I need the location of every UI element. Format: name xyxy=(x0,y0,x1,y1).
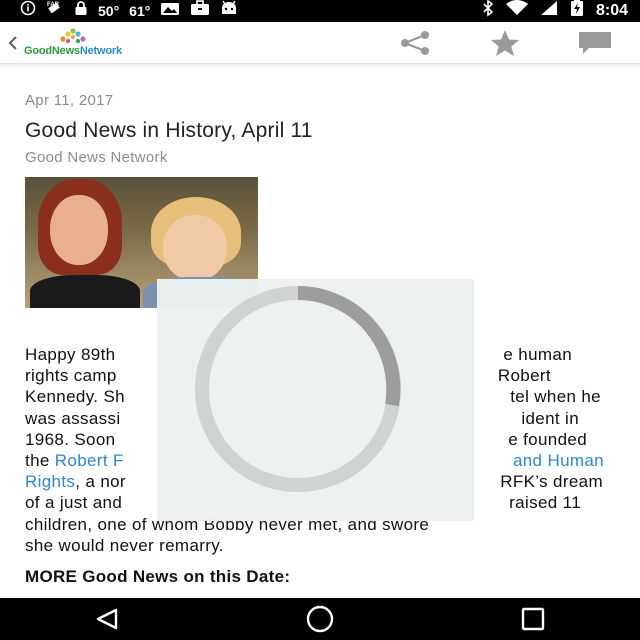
share-button[interactable] xyxy=(370,22,460,64)
info-icon xyxy=(20,0,36,22)
satellite-icon: FAR xyxy=(46,0,64,22)
human-rights-link[interactable]: Rights xyxy=(25,472,75,491)
star-icon xyxy=(491,29,519,56)
svg-text:FAR: FAR xyxy=(47,2,60,8)
navigation-bar xyxy=(0,598,640,640)
nav-back-button[interactable] xyxy=(67,598,147,640)
article-date: Apr 11, 2017 xyxy=(25,92,114,109)
favorite-button[interactable] xyxy=(460,22,550,64)
bluetooth-icon xyxy=(482,0,494,23)
chevron-left-icon xyxy=(8,35,17,50)
comment-icon xyxy=(579,31,611,54)
loading-overlay xyxy=(157,279,474,521)
article-title: Good News in History, April 11 xyxy=(25,119,313,142)
lock-icon xyxy=(74,0,88,22)
app-toolbar: GoodNewsNetwork xyxy=(0,22,640,64)
rfk-center-link-continued[interactable]: and Human xyxy=(513,450,615,471)
nav-recents-button[interactable] xyxy=(493,598,573,640)
signal-icon xyxy=(540,0,558,22)
back-button[interactable] xyxy=(2,22,24,64)
rfk-center-link[interactable]: Robert F xyxy=(55,451,124,470)
logo-text: GoodNewsNetwork xyxy=(24,44,122,57)
square-recents-icon xyxy=(522,607,545,631)
circle-home-icon xyxy=(306,605,334,633)
temperature-1: 50° xyxy=(98,3,120,19)
good-news-network-logo[interactable]: GoodNewsNetwork xyxy=(24,27,122,57)
loading-spinner-icon xyxy=(195,286,401,492)
android-icon xyxy=(220,0,238,22)
share-icon xyxy=(401,30,429,55)
photo-person-left xyxy=(30,177,140,308)
clock: 8:04 xyxy=(595,2,628,19)
nav-home-button[interactable] xyxy=(280,598,360,640)
article: Apr 11, 2017 Good News in History, April… xyxy=(25,64,615,586)
photo-icon xyxy=(160,0,180,22)
comments-button[interactable] xyxy=(550,22,640,64)
logo-dots-icon xyxy=(57,27,89,45)
article-source: Good News Network xyxy=(25,149,168,166)
temperature-2: 61° xyxy=(129,3,151,19)
briefcase-icon xyxy=(190,0,210,22)
status-bar: FAR 50° 61° 8:04 xyxy=(0,0,640,22)
triangle-back-icon xyxy=(96,608,117,630)
battery-charging-icon xyxy=(570,0,584,23)
more-news-heading: MORE Good News on this Date: xyxy=(25,567,291,586)
wifi-icon xyxy=(505,0,528,22)
